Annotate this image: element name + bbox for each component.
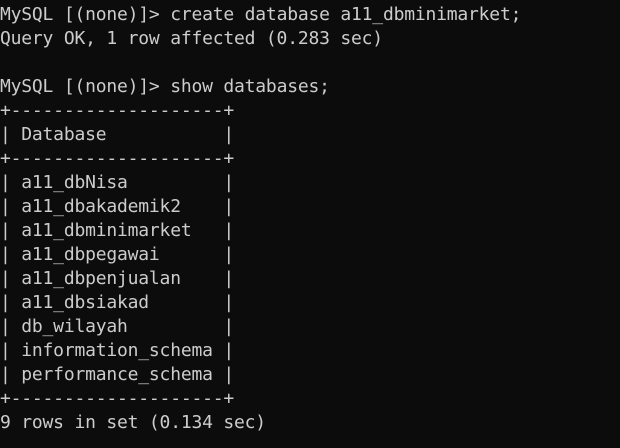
table-border: +--------------------+: [0, 100, 235, 121]
prompt: MySQL [(none)]>: [0, 4, 171, 25]
prompt: MySQL [(none)]>: [0, 76, 171, 97]
output-line: 9 rows in set (0.134 sec): [0, 412, 266, 433]
output-line: Query OK, 1 row affected (0.283 sec): [0, 28, 383, 49]
command-text: show databases;: [170, 76, 330, 97]
table-border: +--------------------+: [0, 148, 235, 169]
table-row: | a11_dbsiakad |: [0, 292, 235, 313]
table-row: | a11_dbakademik2 |: [0, 196, 235, 217]
table-row: | db_wilayah |: [0, 316, 235, 337]
table-row: | performance_schema |: [0, 364, 235, 385]
command-line: MySQL [(none)]> show databases;: [0, 75, 620, 99]
table-row: | a11_dbpenjualan |: [0, 268, 235, 289]
command-line: MySQL [(none)]> create database a11_dbmi…: [0, 3, 620, 27]
command-text: create database a11_dbminimarket;: [170, 4, 522, 25]
terminal-window[interactable]: MySQL [(none)]> create database a11_dbmi…: [0, 0, 620, 448]
table-row: | a11_dbNisa |: [0, 172, 235, 193]
table-row: | information_schema |: [0, 340, 235, 361]
table-row: | a11_dbminimarket |: [0, 220, 235, 241]
table-header: | Database |: [0, 124, 235, 145]
table-row: | a11_dbpegawai |: [0, 244, 235, 265]
table-border: +--------------------+: [0, 388, 235, 409]
